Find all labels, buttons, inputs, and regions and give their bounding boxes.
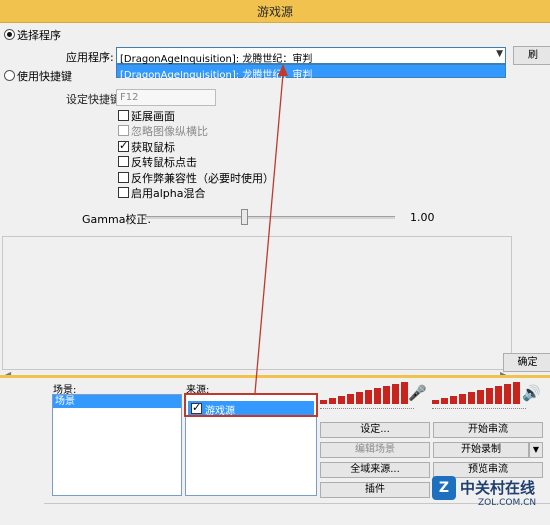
watermark-url: ZOL.COM.CN [478, 498, 537, 508]
annotation-arrow [254, 64, 288, 394]
zol-logo-icon: Z [432, 476, 456, 500]
watermark-brand: 中关村在线 [460, 479, 536, 497]
watermark: Z 中关村在线 ZOL.COM.CN [432, 474, 550, 520]
